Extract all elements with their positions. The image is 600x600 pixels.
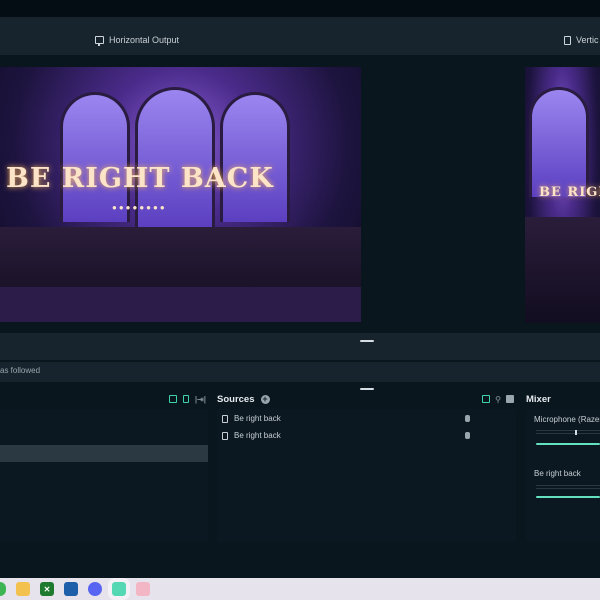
mixer-panel: Mixer Microphone (Razer Be right back [526,390,600,542]
file-explorer-icon[interactable] [16,582,30,596]
volume-slider[interactable] [536,443,600,445]
source-item[interactable]: Be right back [217,427,516,444]
mixer-channel-label: Be right back [534,469,581,478]
monitor-icon [95,36,104,46]
lock-icon[interactable] [465,415,470,422]
dots-decoration: ●●●●●●●● [112,203,167,212]
sources-title: Sources [217,393,255,405]
volume-meter [536,430,600,434]
activity-text: as followed [0,366,41,375]
vertical-display-icon[interactable] [182,395,189,403]
volume-slider[interactable] [536,496,600,498]
vertical-output-tab[interactable]: Vertic [564,35,599,45]
add-source-icon[interactable]: + [260,394,270,404]
scene-item-selected[interactable] [0,445,208,462]
sources-panel: Sources + ⚲ Be right back Be right back [217,390,516,542]
streamlabs-icon[interactable] [108,578,130,600]
horizontal-output-label: Horizontal Output [109,35,180,45]
taskbar: ✕ [0,578,600,600]
vertical-preview[interactable]: BE RIGHT BACK [525,67,600,323]
mixer-title: Mixer [526,393,551,405]
activity-bar: as followed [0,362,600,382]
source-display-icon[interactable] [482,395,491,403]
source-label: Be right back [234,414,281,423]
source-label: Be right back [234,431,281,440]
output-header [0,17,600,55]
lock-icon[interactable] [465,432,470,439]
horizontal-preview[interactable]: BE RIGHT BACK ●●●●●●●● [0,67,361,322]
resize-handle[interactable] [360,340,374,342]
horizontal-display-icon[interactable] [168,395,177,403]
app-icon[interactable] [136,582,150,596]
microsoft-store-icon[interactable] [64,582,78,596]
file-icon [222,431,228,440]
vertical-output-label: Vertic [576,35,599,45]
mixer-channel-label: Microphone (Razer [534,415,600,424]
chrome-icon[interactable] [0,582,6,596]
vertical-brb-title: BE RIGHT BACK [539,185,600,200]
title-bar [0,0,600,17]
phone-icon [564,35,571,45]
folder-icon[interactable] [506,395,514,403]
volume-meter [536,485,600,489]
group-icon[interactable]: ⚲ [495,395,501,404]
resize-strip[interactable] [0,333,600,360]
meter-peak [575,430,577,435]
transition-icon[interactable]: |⇥| [195,395,206,404]
brb-title: BE RIGHT BACK [6,163,274,194]
discord-icon[interactable] [88,582,102,596]
source-item[interactable]: Be right back [217,410,516,427]
horizontal-output-tab[interactable]: Horizontal Output [95,35,180,46]
file-icon [222,414,228,423]
scenes-panel: |⇥| [0,390,208,542]
xbox-icon[interactable]: ✕ [40,582,54,596]
